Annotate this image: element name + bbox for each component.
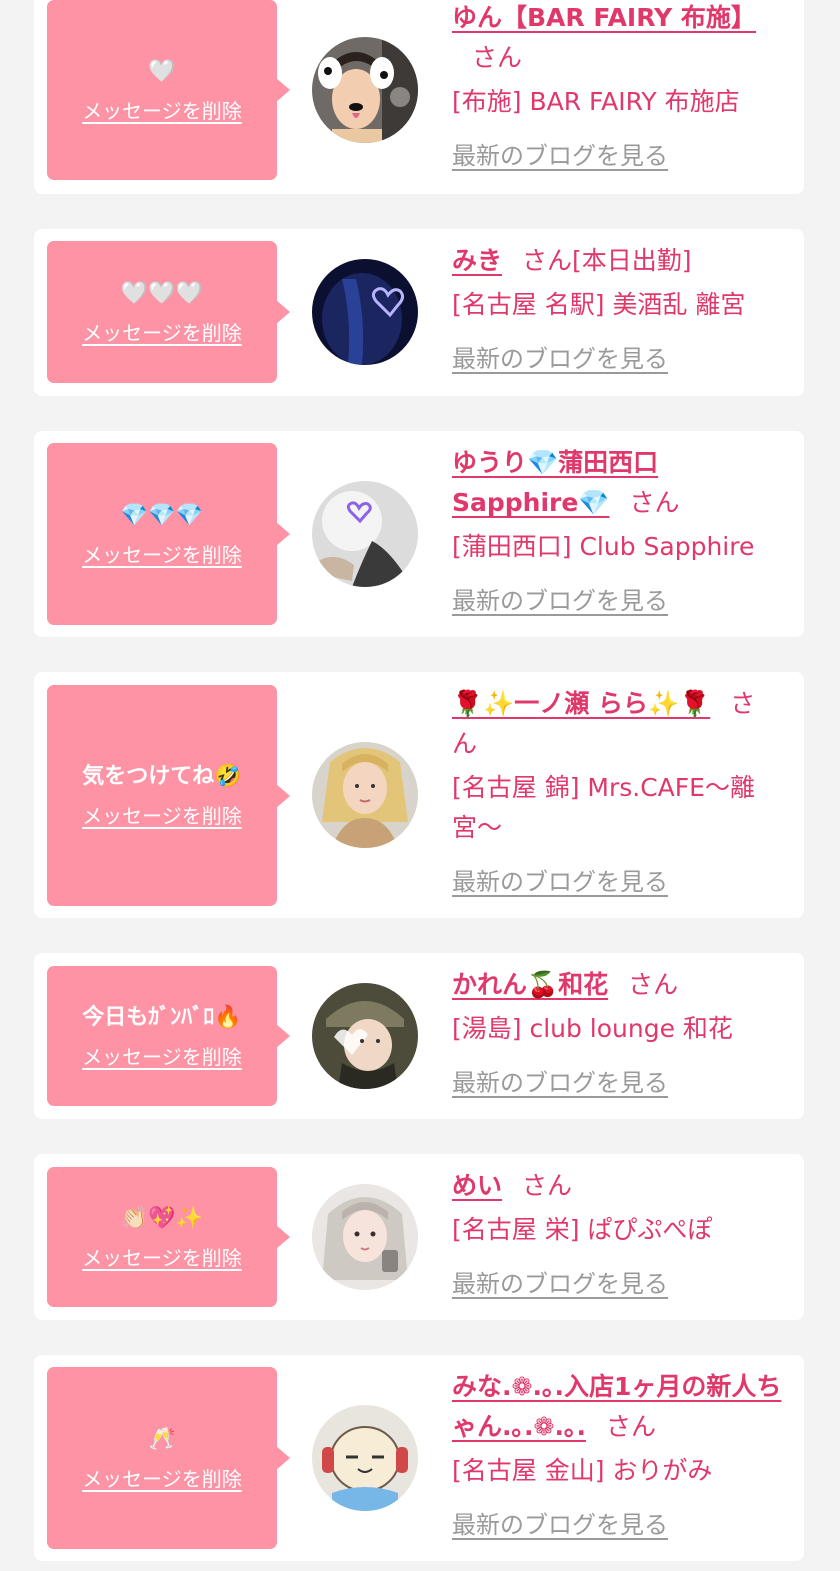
cast-info: みな.❁.｡.入店1ヶ月の新人ちゃん.｡.❁.｡. さん [名古屋 金山] おりが… — [452, 1367, 788, 1540]
message-text: 💎💎💎 — [120, 502, 204, 528]
avatar[interactable] — [312, 481, 418, 587]
cast-info: めい さん [名古屋 栄] ぱぴぷぺぽ 最新のブログを見る — [452, 1166, 788, 1299]
honorific: さん — [629, 488, 680, 517]
name-line: かれん🍒和花 さん — [452, 965, 788, 1005]
delete-message-link[interactable]: メッセージを削除 — [82, 1242, 242, 1271]
delete-message-link[interactable]: メッセージを削除 — [82, 1041, 242, 1070]
avatar[interactable] — [312, 742, 418, 848]
message-card: 💎💎💎 メッセージを削除 ゆうり💎蒲田西口Sapphire💎 さん [蒲田西口] … — [34, 431, 804, 637]
shop-name: [名古屋 金山] おりがみ — [452, 1456, 713, 1485]
message-card: 気をつけてね🤣 メッセージを削除 🌹✨一ノ瀬 らら✨🌹 さん [名古屋 錦] Mr… — [34, 672, 804, 918]
shop-name: [名古屋 錦] Mrs.CAFE〜離宮〜 — [452, 773, 755, 842]
honorific: さん — [522, 246, 573, 275]
view-blog-link[interactable]: 最新のブログを見る — [452, 1505, 668, 1540]
name-line: ゆうり💎蒲田西口Sapphire💎 さん — [452, 443, 712, 523]
avatar[interactable] — [312, 1405, 418, 1511]
delete-message-link[interactable]: メッセージを削除 — [82, 317, 242, 346]
view-blog-link[interactable]: 最新のブログを見る — [452, 339, 668, 374]
message-text: 🥂 — [148, 1426, 176, 1452]
message-card: 🥂 メッセージを削除 みな.❁.｡.入店1ヶ月の新人ちゃん.｡.❁.｡. さん [… — [34, 1355, 804, 1561]
message-bubble: 🥂 メッセージを削除 — [47, 1367, 290, 1549]
cast-info: 🌹✨一ノ瀬 らら✨🌹 さん [名古屋 錦] Mrs.CAFE〜離宮〜 最新のブログ… — [452, 684, 788, 897]
message-card: 今日もｶﾞﾝﾊﾞﾛ🔥 メッセージを削除 かれん🍒和花 さん [湯島] club l… — [34, 953, 804, 1119]
delete-message-link[interactable]: メッセージを削除 — [82, 95, 242, 124]
name-line: めい さん — [452, 1166, 788, 1206]
cast-info: かれん🍒和花 さん [湯島] club lounge 和花 最新のブログを見る — [452, 965, 788, 1098]
attendance-note: [本日出勤] — [572, 246, 692, 275]
message-bubble: 今日もｶﾞﾝﾊﾞﾛ🔥 メッセージを削除 — [47, 966, 290, 1106]
avatar[interactable] — [312, 1184, 418, 1290]
message-text: 今日もｶﾞﾝﾊﾞﾛ🔥 — [82, 1004, 242, 1030]
name-line: ゆん【BAR FAIRY 布施】さん — [452, 0, 788, 78]
view-blog-link[interactable]: 最新のブログを見る — [452, 136, 668, 171]
cast-name-link[interactable]: ゆうり💎蒲田西口Sapphire💎 — [452, 448, 658, 517]
avatar[interactable] — [312, 983, 418, 1089]
delete-message-link[interactable]: メッセージを削除 — [82, 1463, 242, 1492]
view-blog-link[interactable]: 最新のブログを見る — [452, 1264, 668, 1299]
message-bubble: 🤍 メッセージを削除 — [47, 0, 290, 180]
cast-name-link[interactable]: かれん🍒和花 — [452, 970, 608, 999]
message-card: 🤍🤍🤍 メッセージを削除 みき さん[本日出勤] [名古屋 名駅] 美酒乱 離宮 … — [34, 229, 804, 396]
delete-message-link[interactable]: メッセージを削除 — [82, 800, 242, 829]
blonde-portrait-photo-icon — [312, 742, 418, 848]
avatar[interactable] — [312, 259, 418, 365]
avatar[interactable] — [312, 37, 418, 143]
delete-message-link[interactable]: メッセージを削除 — [82, 539, 242, 568]
cast-name-link[interactable]: 🌹✨一ノ瀬 らら✨🌹 — [452, 689, 710, 718]
honorific: さん — [472, 43, 523, 72]
neon-heart-photo-icon — [312, 259, 418, 365]
name-line: みき さん[本日出勤] — [452, 241, 788, 281]
message-text: 🤍🤍🤍 — [120, 280, 204, 306]
cast-info: ゆうり💎蒲田西口Sapphire💎 さん [蒲田西口] Club Sapphire… — [452, 443, 788, 616]
shop-name: [湯島] club lounge 和花 — [452, 1014, 733, 1043]
message-bubble: 👏🏻💖✨ メッセージを削除 — [47, 1167, 290, 1307]
name-line: みな.❁.｡.入店1ヶ月の新人ちゃん.｡.❁.｡. さん — [452, 1367, 782, 1447]
cast-name-link[interactable]: みき — [452, 246, 502, 275]
cast-info: みき さん[本日出勤] [名古屋 名駅] 美酒乱 離宮 最新のブログを見る — [452, 241, 788, 374]
heart-sticker-photo-icon — [312, 481, 418, 587]
honorific: さん — [628, 970, 679, 999]
shop-name: [布施] BAR FAIRY 布施店 — [452, 87, 740, 116]
dog-filter-photo-icon — [312, 37, 418, 143]
honorific: さん — [605, 1412, 656, 1441]
message-bubble: 💎💎💎 メッセージを削除 — [47, 443, 290, 625]
message-card: 👏🏻💖✨ メッセージを削除 めい さん [名古屋 栄] ぱぴぷぺぽ 最新のブログを… — [34, 1154, 804, 1320]
view-blog-link[interactable]: 最新のブログを見る — [452, 862, 668, 897]
shop-name: [蒲田西口] Club Sapphire — [452, 532, 755, 561]
message-text: 気をつけてね🤣 — [82, 764, 242, 789]
cartoon-character-photo-icon — [312, 1405, 418, 1511]
message-bubble: 気をつけてね🤣 メッセージを削除 — [47, 685, 290, 906]
cast-info: ゆん【BAR FAIRY 布施】さん [布施] BAR FAIRY 布施店 最新… — [452, 0, 788, 171]
shop-name: [名古屋 名駅] 美酒乱 離宮 — [452, 290, 746, 319]
message-bubble: 🤍🤍🤍 メッセージを削除 — [47, 241, 290, 383]
view-blog-link[interactable]: 最新のブログを見る — [452, 1063, 668, 1098]
ash-hair-portrait-photo-icon — [312, 1184, 418, 1290]
cast-name-link[interactable]: ゆん【BAR FAIRY 布施】 — [452, 3, 756, 32]
name-line: 🌹✨一ノ瀬 らら✨🌹 さん — [452, 684, 772, 764]
message-card: 🤍 メッセージを削除 ゆん【BAR FAIRY 布施】さん [布施] BAR F… — [34, 0, 804, 194]
message-text: 🤍 — [148, 58, 176, 84]
shop-name: [名古屋 栄] ぱぴぷぺぽ — [452, 1215, 713, 1244]
cast-name-link[interactable]: めい — [452, 1171, 502, 1200]
message-text: 👏🏻💖✨ — [120, 1205, 204, 1231]
cap-selfie-photo-icon — [312, 983, 418, 1089]
honorific: さん — [522, 1171, 573, 1200]
view-blog-link[interactable]: 最新のブログを見る — [452, 581, 668, 616]
